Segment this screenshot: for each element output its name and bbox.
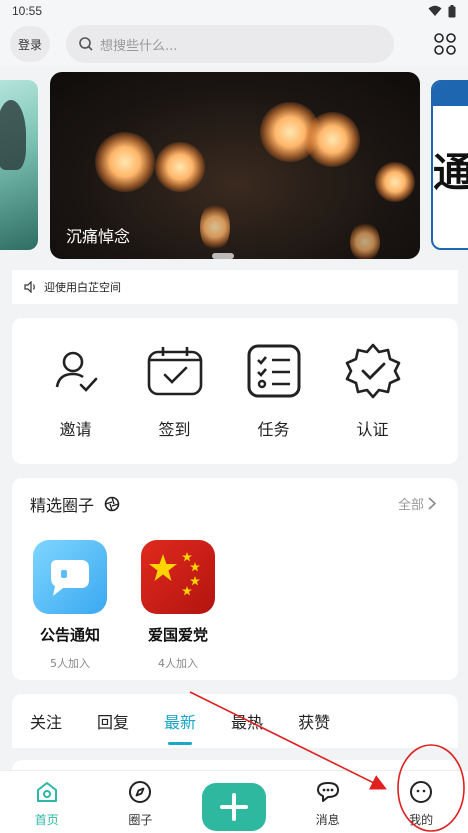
search-input[interactable]: 想搜些什么... — [66, 25, 394, 63]
calendar-check-icon — [144, 340, 206, 402]
compass-icon — [127, 779, 153, 805]
home-icon — [34, 779, 60, 805]
nav-mine[interactable]: 我的 — [391, 779, 451, 828]
task-list-icon — [243, 340, 305, 402]
quick-tasks[interactable]: 任务 — [224, 318, 323, 464]
circle-member-count: 5人加入 — [50, 657, 90, 670]
banner-caption: 沉痛悼念 — [66, 227, 131, 246]
circle-item-patriotic[interactable]: 爱国爱党 4人加入 — [138, 540, 218, 671]
flag-stars-icon — [149, 552, 200, 596]
tab-latest[interactable]: 最新 — [164, 709, 196, 745]
tab-hottest[interactable]: 最热 — [231, 709, 263, 733]
featured-circles-card: 精选圈子 全部 公告通知 5人加入 爱国爱党 4人加入 — [12, 478, 458, 680]
tab-replies[interactable]: 回复 — [97, 709, 129, 733]
banner-next-glyph: 通 — [433, 140, 468, 198]
aperture-icon — [104, 496, 120, 512]
wifi-icon — [428, 5, 442, 16]
status-bar: 10:55 — [0, 0, 468, 22]
banner-next-image[interactable]: 通 — [431, 80, 468, 250]
circle-member-count: 4人加入 — [158, 657, 198, 670]
tab-liked[interactable]: 获赞 — [298, 709, 330, 733]
status-time: 10:55 — [12, 4, 43, 18]
featured-circles-header: 精选圈子 — [30, 492, 120, 516]
view-all-label: 全部 — [397, 498, 424, 513]
nav-circle[interactable]: 圈子 — [110, 779, 170, 828]
circle-name: 爱国爱党 — [147, 626, 208, 644]
quick-verify-label: 认证 — [356, 420, 389, 439]
notice-text: 迎使用白芷空间 — [44, 281, 121, 294]
nav-message[interactable]: 消息 — [298, 779, 358, 828]
quick-checkin-label: 签到 — [158, 420, 191, 439]
chevron-right-icon — [428, 497, 436, 510]
nav-publish[interactable] — [201, 779, 266, 831]
chat-bubble-icon — [315, 779, 341, 805]
carousel-indicator — [212, 253, 234, 259]
plus-icon — [219, 793, 248, 821]
circle-name: 公告通知 — [39, 626, 100, 644]
battery-icon — [448, 4, 456, 17]
top-bar: 登录 想搜些什么... — [0, 22, 468, 66]
featured-circles-title: 精选圈子 — [30, 496, 95, 515]
view-all-circles-link[interactable]: 全部 — [398, 494, 436, 513]
megaphone-icon — [51, 560, 89, 596]
quick-actions-card: 邀请 签到 任务 认证 — [12, 318, 458, 464]
login-button[interactable]: 登录 — [10, 26, 50, 62]
feed-list-top — [12, 760, 458, 770]
profile-face-icon — [408, 779, 434, 805]
nav-home[interactable]: 首页 — [17, 779, 77, 828]
quick-tasks-label: 任务 — [257, 420, 290, 439]
verified-badge-icon — [342, 340, 404, 402]
publish-button[interactable] — [201, 783, 266, 831]
quick-invite-label: 邀请 — [59, 420, 92, 439]
quick-invite[interactable]: 邀请 — [26, 318, 125, 464]
circle-item-announcement[interactable]: 公告通知 5人加入 — [30, 540, 110, 671]
notice-bar[interactable]: 迎使用白芷空间 — [12, 270, 458, 304]
speaker-icon — [24, 281, 35, 293]
nav-mine-label: 我的 — [409, 813, 434, 827]
announcement-thumbnail — [33, 540, 107, 614]
search-placeholder: 想搜些什么... — [100, 38, 178, 54]
flag-thumbnail — [141, 540, 215, 614]
nav-message-label: 消息 — [315, 813, 340, 827]
search-icon — [79, 37, 93, 51]
banner-main-image[interactable]: 沉痛悼念 — [50, 72, 420, 259]
quick-verify[interactable]: 认证 — [323, 318, 422, 464]
invite-user-icon — [45, 340, 107, 402]
banner-prev-image[interactable] — [0, 80, 38, 250]
nav-home-label: 首页 — [34, 813, 59, 827]
quick-checkin[interactable]: 签到 — [125, 318, 224, 464]
bottom-nav: 首页 圈子 消息 我的 — [0, 770, 468, 833]
banner-carousel[interactable]: 沉痛悼念 通 — [0, 70, 468, 262]
feed-tabs: 关注 回复 最新 最热 获赞 — [12, 694, 458, 748]
tab-following[interactable]: 关注 — [30, 709, 62, 733]
nav-circle-label: 圈子 — [128, 813, 153, 827]
status-icons — [428, 4, 456, 18]
apps-grid-icon[interactable] — [432, 31, 458, 57]
